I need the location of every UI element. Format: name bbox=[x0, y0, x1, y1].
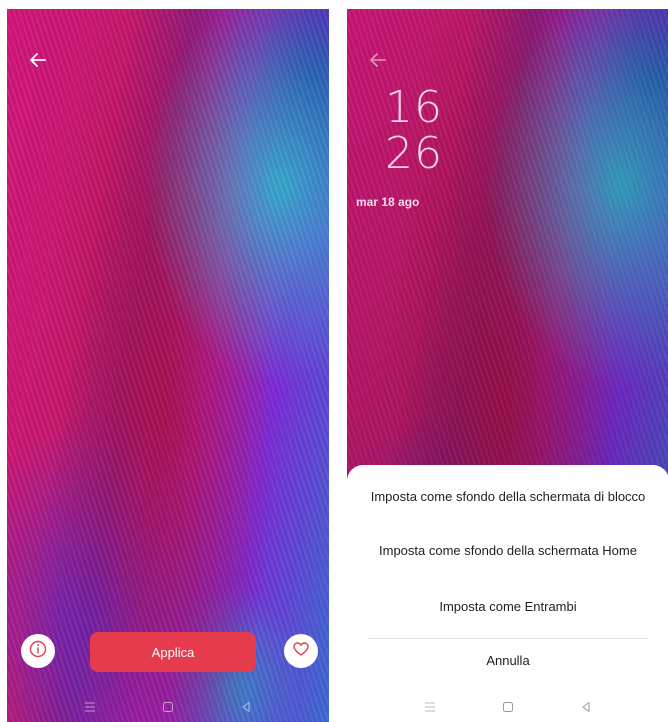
set-wallpaper-screen: 16 26 mar 18 ago Imposta come sfondo del… bbox=[347, 9, 668, 722]
apply-button[interactable]: Applica bbox=[90, 632, 256, 672]
menu-icon[interactable] bbox=[423, 700, 437, 714]
heart-icon bbox=[292, 640, 310, 663]
back-arrow-icon[interactable] bbox=[27, 49, 49, 71]
lock-screen-date: mar 18 ago bbox=[356, 195, 420, 209]
clock-minute: 26 bbox=[385, 128, 443, 179]
home-square-icon[interactable] bbox=[161, 700, 175, 714]
cancel-button[interactable]: Annulla bbox=[367, 651, 649, 670]
info-icon bbox=[28, 639, 48, 664]
set-both-option[interactable]: Imposta come Entrambi bbox=[367, 597, 649, 616]
back-arrow-icon[interactable] bbox=[367, 49, 389, 71]
menu-icon[interactable] bbox=[83, 700, 97, 714]
divider bbox=[367, 638, 649, 639]
back-triangle-icon[interactable] bbox=[239, 700, 253, 714]
lock-screen-clock: 16 26 bbox=[385, 85, 443, 177]
set-wallpaper-sheet: Imposta come sfondo della schermata di b… bbox=[347, 465, 668, 722]
info-button[interactable] bbox=[21, 634, 55, 668]
favorite-button[interactable] bbox=[284, 634, 318, 668]
back-triangle-icon[interactable] bbox=[579, 700, 593, 714]
home-square-icon[interactable] bbox=[501, 700, 515, 714]
wallpaper-image bbox=[7, 9, 329, 722]
wallpaper-preview-screen: Applica bbox=[7, 9, 329, 722]
clock-hour: 16 bbox=[385, 82, 443, 133]
set-home-screen-option[interactable]: Imposta come sfondo della schermata Home bbox=[367, 541, 649, 560]
set-lock-screen-option[interactable]: Imposta come sfondo della schermata di b… bbox=[367, 487, 649, 506]
navigation-bar bbox=[347, 692, 668, 722]
navigation-bar bbox=[7, 692, 329, 722]
